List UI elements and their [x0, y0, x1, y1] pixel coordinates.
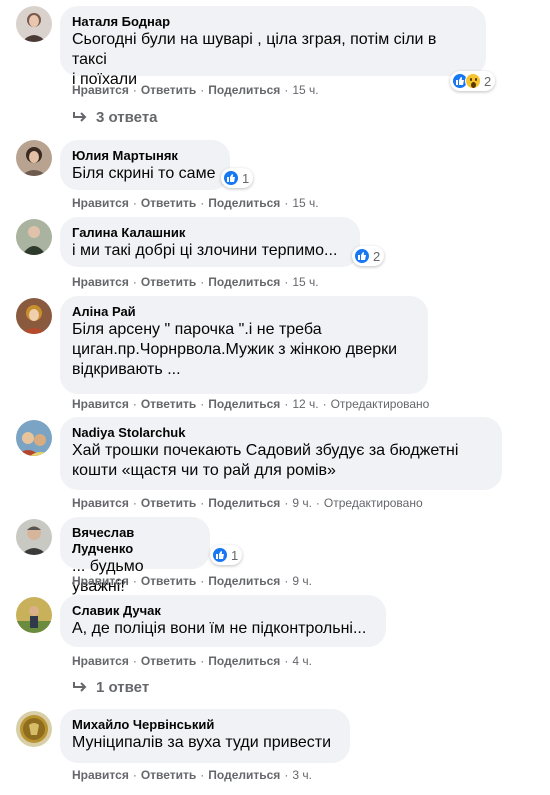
timestamp[interactable]: 4 ч.	[292, 653, 312, 669]
comment-author[interactable]: Юлия Мартыняк	[72, 148, 218, 164]
reaction-summary[interactable]: 1	[210, 545, 243, 565]
comment-author[interactable]: Славик Дучак	[72, 603, 374, 619]
comment-author[interactable]: Наталя Боднар	[72, 14, 474, 30]
share-button[interactable]: Поделиться	[208, 767, 280, 783]
comment-author[interactable]: Аліна Рай	[72, 304, 416, 320]
comment-actions: Нравится · Ответить · Поделиться · 4 ч.	[72, 653, 312, 669]
comment-text: Біля арсену " парочка ".і не треба циган…	[72, 321, 398, 378]
reply-arrow-icon	[73, 682, 87, 692]
like-button[interactable]: Нравится	[72, 495, 129, 511]
comment-actions: Нравится · Ответить · Поделиться · 3 ч.	[72, 767, 312, 783]
wow-icon	[465, 73, 481, 89]
reaction-count: 2	[484, 73, 492, 89]
timestamp[interactable]: 12 ч.	[292, 396, 318, 412]
reply-button[interactable]: Ответить	[141, 573, 196, 589]
comment-text: Біля скрині то саме	[72, 165, 216, 182]
reply-arrow-icon	[73, 112, 87, 122]
view-replies-link[interactable]: 3 ответа	[72, 107, 158, 127]
reply-button[interactable]: Ответить	[141, 82, 196, 98]
timestamp[interactable]: 3 ч.	[292, 767, 312, 783]
reply-button[interactable]: Ответить	[141, 653, 196, 669]
like-button[interactable]: Нравится	[72, 274, 129, 290]
like-icon	[354, 248, 370, 264]
comment-bubble: Михайло Червінський Муніципалів за вуха …	[60, 709, 350, 763]
share-button[interactable]: Поделиться	[208, 82, 280, 98]
timestamp[interactable]: 9 ч.	[292, 573, 312, 589]
share-button[interactable]: Поделиться	[208, 274, 280, 290]
comment-bubble: Наталя Боднар Сьогодні були на шуварі , …	[60, 6, 486, 88]
timestamp[interactable]: 15 ч.	[292, 195, 318, 211]
reaction-summary[interactable]: 2	[450, 71, 496, 91]
share-button[interactable]: Поделиться	[208, 573, 280, 589]
like-button[interactable]: Нравится	[72, 195, 129, 211]
reply-button[interactable]: Ответить	[141, 396, 196, 412]
avatar[interactable]	[16, 219, 52, 255]
like-button[interactable]: Нравится	[72, 767, 129, 783]
view-replies-link[interactable]: 1 ответ	[72, 677, 149, 697]
reply-button[interactable]: Ответить	[141, 195, 196, 211]
reaction-count: 2	[373, 248, 381, 264]
comment-text: А, де поліція вони їм не підконтрольні..…	[72, 620, 367, 637]
comment-author[interactable]: Михайло Червінський	[72, 717, 338, 733]
like-button[interactable]: Нравится	[72, 573, 129, 589]
reply-button[interactable]: Ответить	[141, 274, 196, 290]
like-icon	[223, 170, 239, 186]
comment-text: Муніципалів за вуха туди привести	[72, 734, 332, 751]
timestamp[interactable]: 15 ч.	[292, 82, 318, 98]
like-button[interactable]: Нравится	[72, 653, 129, 669]
reaction-summary[interactable]: 2	[352, 246, 385, 266]
comment-author[interactable]: Nadiya Stolarchuk	[72, 425, 490, 441]
comment-actions: Нравится · Ответить · Поделиться · 9 ч.	[72, 573, 312, 589]
edited-label[interactable]: Отредактировано	[331, 396, 430, 412]
like-button[interactable]: Нравится	[72, 396, 129, 412]
comment-text: і ми такі добрі ці злочини терпимо...	[72, 242, 338, 259]
like-button[interactable]: Нравится	[72, 82, 129, 98]
comment-actions: Нравится · Ответить · Поделиться · 15 ч.	[72, 274, 319, 290]
reaction-count: 1	[231, 547, 239, 563]
comment-bubble: Славик Дучак А, де поліція вони їм не пі…	[60, 595, 386, 647]
comment-actions: Нравится · Ответить · Поделиться · 12 ч. · О…	[72, 396, 430, 412]
comment-actions: Нравится · Ответить · Поделиться · 15 ч.	[72, 195, 319, 211]
comment-bubble: Nadiya Stolarchuk Хай трошки почекають С…	[60, 417, 502, 490]
avatar[interactable]	[16, 597, 52, 633]
replies-count: 1 ответ	[96, 678, 150, 696]
reaction-count: 1	[242, 170, 250, 186]
comment-bubble: Юлия Мартыняк Біля скрині то саме	[60, 140, 230, 190]
comment-author[interactable]: Галина Калашник	[72, 225, 348, 241]
avatar[interactable]	[16, 140, 52, 176]
edited-label[interactable]: Отредактировано	[324, 495, 423, 511]
comment-author[interactable]: Вячеслав Лудченко	[72, 525, 198, 557]
avatar[interactable]	[16, 711, 52, 747]
like-icon	[212, 547, 228, 563]
reaction-summary[interactable]: 1	[221, 168, 254, 188]
share-button[interactable]: Поделиться	[208, 495, 280, 511]
share-button[interactable]: Поделиться	[208, 396, 280, 412]
comment-bubble: Вячеслав Лудченко ... будьмо уважні!	[60, 517, 210, 595]
comment-text: Хай трошки почекають Садовий збудує за б…	[72, 442, 459, 479]
avatar[interactable]	[16, 298, 52, 334]
share-button[interactable]: Поделиться	[208, 195, 280, 211]
comment-actions: Нравится · Ответить · Поделиться · 15 ч.	[72, 82, 319, 98]
comment-text: Сьогодні були на шуварі , ціла зграя, по…	[72, 31, 437, 88]
comment-bubble: Аліна Рай Біля арсену " парочка ".і не т…	[60, 296, 428, 394]
reply-button[interactable]: Ответить	[141, 495, 196, 511]
avatar[interactable]	[16, 6, 52, 42]
replies-count: 3 ответа	[96, 108, 158, 126]
avatar[interactable]	[16, 420, 52, 456]
share-button[interactable]: Поделиться	[208, 653, 280, 669]
timestamp[interactable]: 15 ч.	[292, 274, 318, 290]
avatar[interactable]	[16, 519, 52, 555]
comment-actions: Нравится · Ответить · Поделиться · 9 ч. · От…	[72, 495, 423, 511]
timestamp[interactable]: 9 ч.	[292, 495, 312, 511]
reply-button[interactable]: Ответить	[141, 767, 196, 783]
comment-bubble: Галина Калашник і ми такі добрі ці злочи…	[60, 217, 360, 267]
